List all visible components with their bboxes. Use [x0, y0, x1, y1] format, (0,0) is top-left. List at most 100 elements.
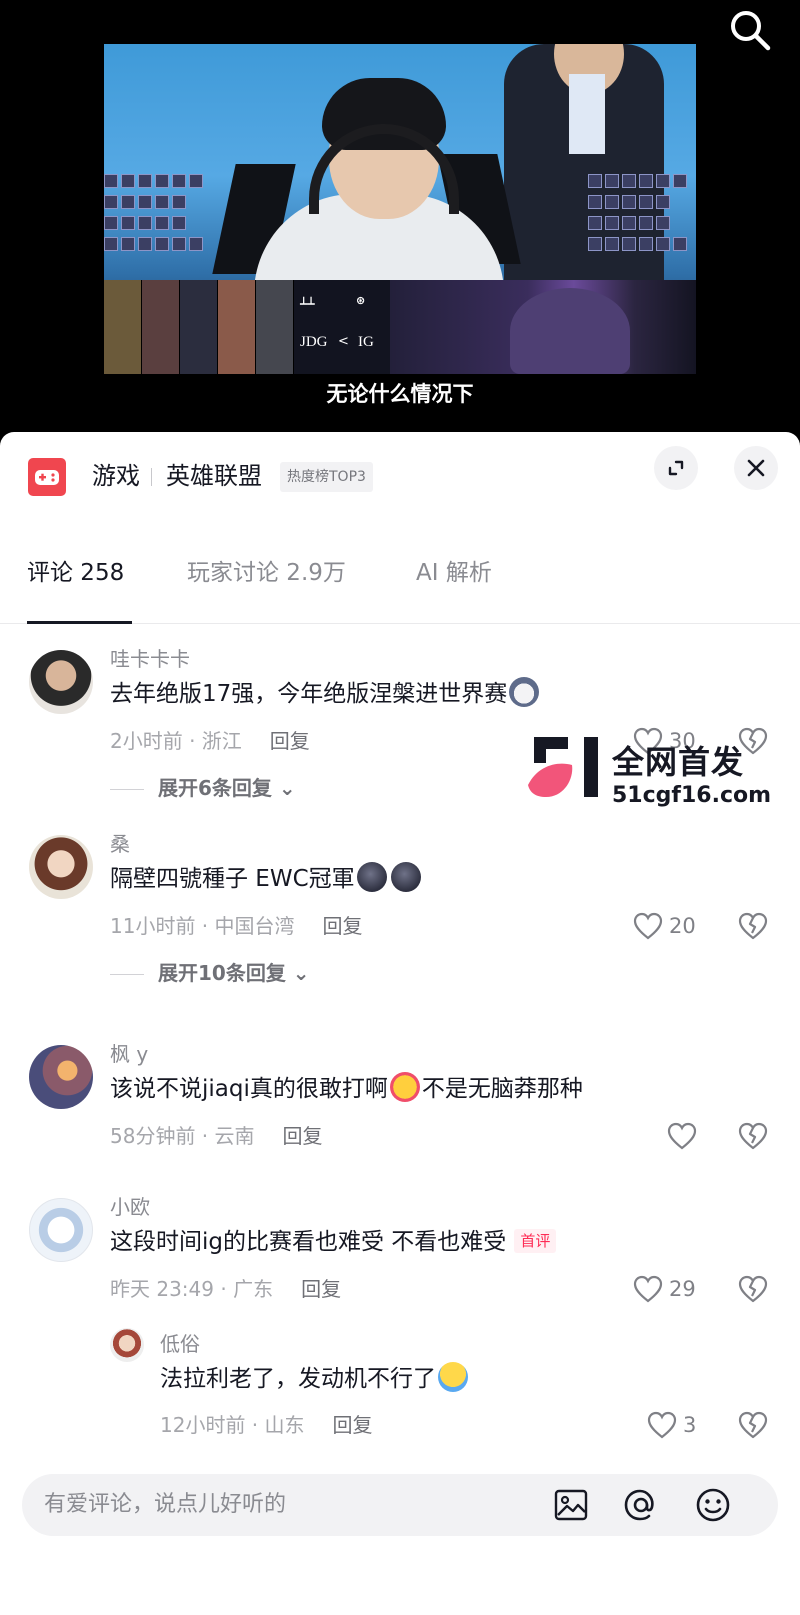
reply-avatar[interactable]	[110, 1328, 144, 1362]
comment-meta: 58分钟前 · 云南 回复	[110, 1121, 323, 1151]
draft-panel-left	[104, 174, 212, 274]
avatar[interactable]	[29, 1198, 93, 1262]
team-separator: <	[338, 334, 349, 349]
champion-portrait	[142, 280, 180, 374]
champion-portrait	[256, 280, 294, 374]
comment-time-location: 昨天 23:49 · 广东	[110, 1277, 274, 1301]
comment-text: 该说不说jiaqi真的很敢打啊 不是无脑莽那种	[110, 1072, 583, 1106]
chevron-down-icon: ⌄	[271, 776, 296, 800]
comment-meta: 11小时前 · 中国台湾 回复	[110, 911, 363, 941]
dislike-button[interactable]	[738, 911, 768, 941]
reply-time-location: 12小时前 · 山东	[160, 1413, 305, 1437]
like-count: 20	[669, 914, 696, 938]
comment-time-location: 2小时前 · 浙江	[110, 729, 242, 753]
like-count: 3	[683, 1413, 697, 1437]
cat-emoji-icon	[509, 677, 540, 707]
broken-heart-icon	[738, 1122, 768, 1150]
chevron-down-icon: ⌄	[285, 961, 310, 985]
comment-meta: 昨天 23:49 · 广东 回复	[110, 1274, 341, 1304]
comment-username[interactable]: 桑	[110, 830, 130, 858]
broken-heart-icon	[738, 1275, 768, 1303]
emoji-button[interactable]	[694, 1486, 732, 1524]
sad-face-emoji-icon	[356, 862, 387, 892]
smiley-icon	[696, 1488, 730, 1522]
game-name[interactable]: 英雄联盟	[166, 458, 262, 494]
comment-username[interactable]: 哇卡卡卡	[110, 645, 190, 673]
scoreboard: ⟂⟂ ⊛ JDG < IG	[294, 280, 390, 374]
video-frame[interactable]: ⟂⟂ ⊛ JDG < IG	[104, 44, 696, 374]
heart-icon	[633, 1275, 663, 1303]
watermark-logo-icon	[528, 737, 598, 797]
close-button[interactable]	[734, 446, 778, 490]
champion-splash	[390, 280, 696, 374]
crying-emoji-icon	[438, 1362, 468, 1392]
rank-badge[interactable]: 热度榜TOP3	[280, 462, 373, 492]
reply-meta: 12小时前 · 山东 回复	[160, 1410, 373, 1440]
panel-header: 游戏 英雄联盟 热度榜TOP3	[0, 432, 800, 522]
expand-replies-label: 展开6条回复	[158, 776, 272, 800]
comment-text-content: 不是无脑莽那种	[421, 1076, 583, 1102]
video-subtitle: 无论什么情况下	[326, 382, 474, 406]
search-icon	[731, 11, 771, 51]
game-category[interactable]: 游戏	[92, 458, 140, 494]
at-icon	[624, 1489, 654, 1521]
close-icon	[747, 459, 765, 477]
expand-icon	[668, 460, 684, 476]
comment-text-content: 去年绝版17强，今年绝版涅槃进世界赛	[110, 681, 508, 707]
expand-replies[interactable]: 展开6条回复 ⌄	[110, 773, 296, 803]
like-count: 29	[669, 1277, 696, 1301]
comment-input-placeholder: 有爱评论，说点儿好听的	[44, 1492, 287, 1517]
first-comment-tag: 首评	[514, 1229, 557, 1253]
reply-button[interactable]: 回复	[301, 1277, 341, 1301]
comment-panel: 游戏 英雄联盟 热度榜TOP3 评论 258 玩家讨论 2.9万 AI 解析 哇…	[0, 432, 800, 1615]
dislike-button[interactable]	[738, 1410, 768, 1440]
comment-time-location: 11小时前 · 中国台湾	[110, 914, 295, 938]
tab-comments[interactable]: 评论 258	[27, 522, 124, 624]
watermark-line1: 全网首发	[612, 743, 745, 781]
tab-player-discussion[interactable]: 玩家讨论 2.9万	[187, 522, 346, 624]
ig-logo-icon: ⊛	[356, 294, 366, 307]
expand-replies[interactable]: 展开10条回复 ⌄	[110, 958, 310, 988]
comment-text-content: 这段时间ig的比赛看也难受 不看也难受	[110, 1229, 507, 1255]
heart-icon	[667, 1122, 697, 1150]
watermark-line2: 51cgf16.com	[612, 783, 772, 808]
reply-button[interactable]: 回复	[333, 1413, 373, 1437]
comment-time-location: 58分钟前 · 云南	[110, 1124, 255, 1148]
champion-portrait	[104, 280, 142, 374]
broken-heart-icon	[738, 1411, 768, 1439]
comment-text: 去年绝版17强，今年绝版涅槃进世界赛	[110, 677, 541, 711]
avatar[interactable]	[29, 1045, 93, 1109]
dislike-button[interactable]	[738, 1274, 768, 1304]
mention-button[interactable]	[622, 1486, 660, 1524]
team-right-name: IG	[358, 334, 374, 350]
comment-text-content: 该说不说jiaqi真的很敢打啊	[110, 1076, 388, 1102]
search-button[interactable]	[726, 6, 774, 54]
comment-list: 哇卡卡卡 去年绝版17强，今年绝版涅槃进世界赛 2小时前 · 浙江 回复 30 展…	[0, 625, 800, 1475]
heart-icon	[633, 912, 663, 940]
reply-button[interactable]: 回复	[270, 729, 310, 753]
reply-username[interactable]: 低俗	[160, 1330, 200, 1358]
comment-input[interactable]: 有爱评论，说点儿好听的	[22, 1474, 778, 1536]
draft-panel-right	[588, 174, 696, 274]
champion-strip: ⟂⟂ ⊛ JDG < IG	[104, 280, 696, 374]
champion-portrait	[218, 280, 256, 374]
avatar[interactable]	[29, 835, 93, 899]
expand-button[interactable]	[654, 446, 698, 490]
comment-username[interactable]: 小欧	[110, 1193, 150, 1221]
reply-button[interactable]: 回复	[323, 914, 363, 938]
image-button[interactable]	[552, 1486, 590, 1524]
heart-icon	[647, 1411, 677, 1439]
dislike-button[interactable]	[738, 1121, 768, 1151]
header-divider	[151, 468, 152, 486]
expand-replies-label: 展开10条回复	[158, 961, 286, 985]
avatar[interactable]	[29, 650, 93, 714]
gamepad-icon[interactable]	[28, 458, 66, 496]
reply-text: 法拉利老了，发动机不行了	[160, 1362, 470, 1396]
comment-meta: 2小时前 · 浙江 回复	[110, 726, 310, 756]
tab-ai-analysis[interactable]: AI 解析	[416, 522, 492, 624]
comment-username[interactable]: 枫 y	[110, 1040, 148, 1068]
video-player[interactable]: ⟂⟂ ⊛ JDG < IG 无论什么情况下	[0, 0, 800, 440]
reply-text-content: 法拉利老了，发动机不行了	[160, 1366, 436, 1392]
jdg-logo-icon: ⟂⟂	[300, 294, 315, 307]
reply-button[interactable]: 回复	[283, 1124, 323, 1148]
